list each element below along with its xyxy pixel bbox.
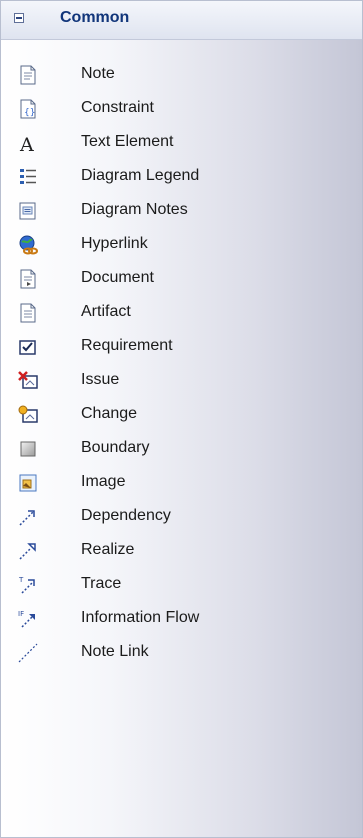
item-label: Information Flow <box>81 609 200 626</box>
item-label: Artifact <box>81 303 131 320</box>
change-icon <box>17 404 39 426</box>
svg-text:T: T <box>18 576 24 584</box>
toolbox-panel: Common Note {} Constraint A Text Element… <box>0 0 363 838</box>
item-label: Diagram Legend <box>81 167 200 184</box>
toolbox-item-requirement[interactable]: Requirement <box>1 329 362 363</box>
dependency-icon <box>17 506 39 528</box>
item-label: Hyperlink <box>81 235 148 252</box>
toolbox-item-diagram-notes[interactable]: Diagram Notes <box>1 193 362 227</box>
item-label: Text Element <box>81 133 174 150</box>
toolbox-item-image[interactable]: Image <box>1 465 362 499</box>
toolbox-item-issue[interactable]: Issue <box>1 363 362 397</box>
item-label: Boundary <box>81 439 150 456</box>
item-label: Issue <box>81 371 120 388</box>
section-header-common[interactable]: Common <box>1 1 362 40</box>
toolbox-item-dependency[interactable]: Dependency <box>1 499 362 533</box>
item-label: Note <box>81 65 115 82</box>
item-label: Dependency <box>81 507 171 524</box>
document-icon <box>17 268 39 290</box>
toolbox-item-information-flow[interactable]: IF Information Flow <box>1 601 362 635</box>
svg-text:{}: {} <box>24 108 35 118</box>
svg-text:IF: IF <box>18 610 24 618</box>
section-title: Common <box>60 9 130 26</box>
information-flow-icon: IF <box>17 608 39 630</box>
svg-text:A: A <box>19 134 34 154</box>
note-icon <box>17 64 39 86</box>
item-label: Realize <box>81 541 135 558</box>
item-label: Requirement <box>81 337 173 354</box>
image-icon <box>17 472 39 494</box>
toolbox-item-hyperlink[interactable]: Hyperlink <box>1 227 362 261</box>
toolbox-item-note[interactable]: Note <box>1 57 362 91</box>
item-label: Constraint <box>81 99 154 116</box>
toolbox-item-diagram-legend[interactable]: Diagram Legend <box>1 159 362 193</box>
item-label: Document <box>81 269 154 286</box>
item-label: Change <box>81 405 138 422</box>
toolbox-item-realize[interactable]: Realize <box>1 533 362 567</box>
diagram-notes-icon <box>17 200 39 222</box>
requirement-icon <box>17 336 39 358</box>
toolbox-item-boundary[interactable]: Boundary <box>1 431 362 465</box>
toolbox-item-document[interactable]: Document <box>1 261 362 295</box>
item-label: Image <box>81 473 126 490</box>
diagram-legend-icon <box>17 166 39 188</box>
boundary-icon <box>17 438 39 460</box>
collapse-icon[interactable] <box>14 13 24 23</box>
toolbox-item-note-link[interactable]: Note Link <box>1 635 362 669</box>
realize-icon <box>17 540 39 562</box>
note-link-icon <box>17 642 39 664</box>
toolbox-item-text-element[interactable]: A Text Element <box>1 125 362 159</box>
toolbox-item-change[interactable]: Change <box>1 397 362 431</box>
issue-icon <box>17 370 39 392</box>
toolbox-item-artifact[interactable]: Artifact <box>1 295 362 329</box>
item-label: Trace <box>81 575 122 592</box>
constraint-icon: {} <box>17 98 39 120</box>
hyperlink-icon <box>17 234 39 256</box>
text-element-icon: A <box>17 132 39 154</box>
artifact-icon <box>17 302 39 324</box>
item-label: Note Link <box>81 643 149 660</box>
item-label: Diagram Notes <box>81 201 188 218</box>
toolbox-item-trace[interactable]: T Trace <box>1 567 362 601</box>
trace-icon: T <box>17 574 39 596</box>
toolbox-item-constraint[interactable]: {} Constraint <box>1 91 362 125</box>
